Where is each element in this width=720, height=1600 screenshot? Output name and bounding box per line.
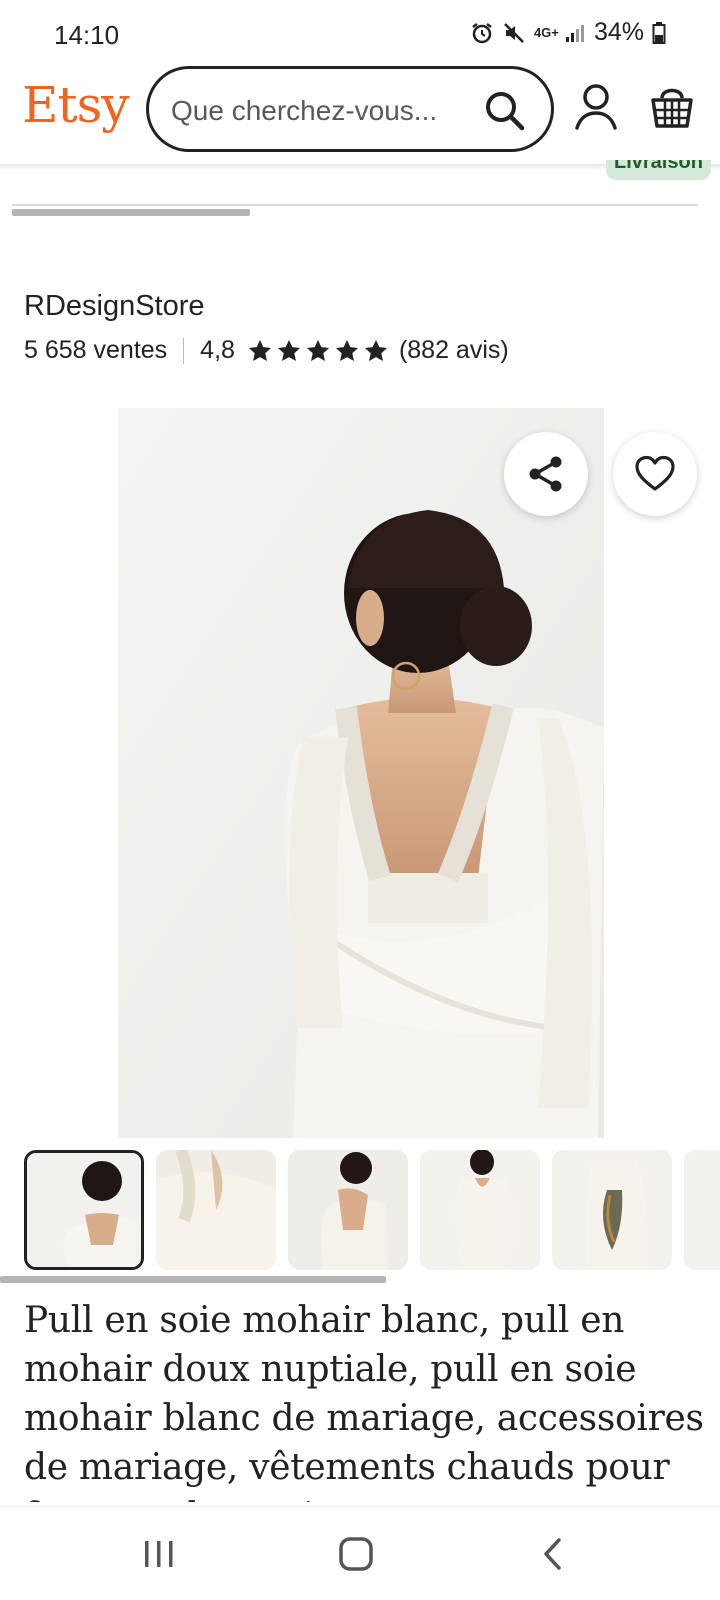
shop-stats: 5 658 ventes 4,8 (882 avis) <box>24 336 509 365</box>
shop-reviews[interactable]: (882 avis) <box>399 336 509 365</box>
product-photo <box>118 408 604 1138</box>
user-icon[interactable] <box>572 82 620 132</box>
system-nav-bar <box>0 1506 720 1600</box>
battery-icon <box>652 21 666 44</box>
stats-divider <box>183 337 185 364</box>
thumbnail-5[interactable] <box>552 1150 672 1270</box>
star-icon <box>277 339 300 361</box>
back-button[interactable] <box>528 1529 578 1579</box>
alarm-icon <box>472 22 492 43</box>
rating-stars[interactable] <box>247 338 389 364</box>
thumbnail-6[interactable] <box>684 1150 720 1270</box>
thumbnail-image <box>288 1150 408 1270</box>
status-time: 14:10 <box>54 20 120 50</box>
network-type: 4G+ <box>533 24 559 40</box>
share-icon <box>529 456 562 492</box>
thumbnail-4[interactable] <box>420 1150 540 1270</box>
thumbnail-2[interactable] <box>156 1150 276 1270</box>
back-icon <box>544 1538 561 1570</box>
search-bar[interactable] <box>146 66 554 152</box>
thumbnail-image <box>552 1150 672 1270</box>
cart-icon[interactable] <box>650 82 694 130</box>
listing-title: Pull en soie mohair blanc, pull en mohai… <box>24 1300 704 1502</box>
thumbnail-image <box>684 1150 720 1270</box>
livraison-badge: Livraison <box>606 160 711 180</box>
shop-name[interactable]: RDesignStore <box>24 290 205 323</box>
star-icon <box>306 339 329 361</box>
home-button[interactable] <box>331 1529 381 1579</box>
search-input[interactable] <box>171 91 471 131</box>
scroll-indicator <box>12 209 250 216</box>
thumbnail-image <box>420 1150 540 1270</box>
share-button[interactable] <box>504 432 588 516</box>
thumbnail-1[interactable] <box>24 1150 144 1270</box>
mute-icon <box>504 22 524 43</box>
thumbnail-3[interactable] <box>288 1150 408 1270</box>
battery-percent: 34% <box>593 18 644 46</box>
thumbnail-strip[interactable] <box>24 1150 720 1272</box>
thumbnail-image <box>156 1150 276 1270</box>
scroll-track <box>12 204 698 206</box>
recents-button[interactable] <box>134 1529 184 1579</box>
shop-rating: 4,8 <box>200 336 235 364</box>
star-icon <box>364 339 387 361</box>
star-icon <box>335 339 358 361</box>
heart-icon <box>635 455 675 491</box>
product-image[interactable] <box>118 408 604 1138</box>
favorite-button[interactable] <box>613 432 697 516</box>
star-icon <box>248 339 271 361</box>
status-icons: 4G+ 34% <box>470 18 666 47</box>
search-icon[interactable] <box>483 89 527 133</box>
recents-icon <box>145 1541 173 1567</box>
etsy-logo[interactable]: Etsy <box>22 76 129 134</box>
app-header: Etsy <box>0 66 720 164</box>
shop-sales: 5 658 ventes <box>24 336 168 364</box>
thumbnail-image <box>27 1153 141 1267</box>
thumbnail-scroll-indicator <box>0 1276 386 1283</box>
signal-icon <box>565 24 584 42</box>
home-icon <box>339 1537 373 1571</box>
status-bar: 14:10 4G+ 34% <box>0 0 720 66</box>
